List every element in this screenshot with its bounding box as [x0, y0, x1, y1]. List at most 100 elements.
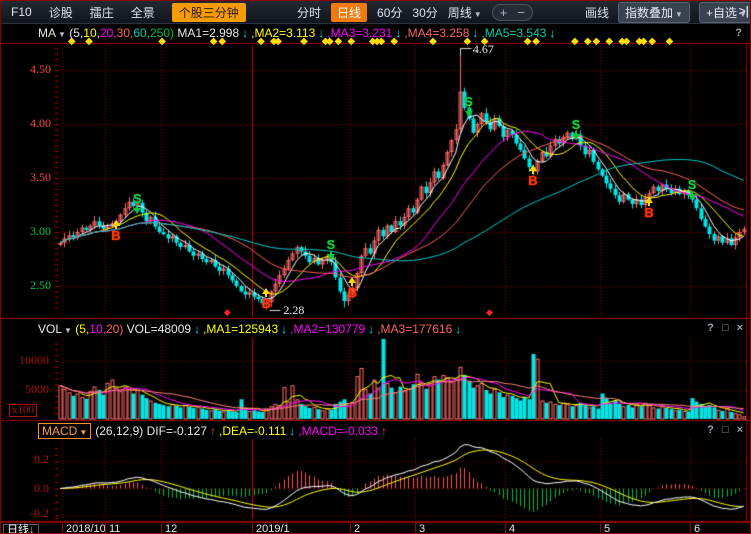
index-overlay-dropdown[interactable]: 指数叠加▼: [618, 2, 690, 23]
month-label: 3: [419, 524, 425, 534]
vol-ma3-value: ,MA3=177616: [377, 322, 452, 336]
period-weekly-dropdown[interactable]: 周线▼: [448, 4, 482, 21]
buy-signal-marker: B: [258, 288, 274, 310]
sell-signal-marker: S: [684, 178, 700, 200]
chevron-down-icon: ▼: [474, 10, 482, 19]
macd-indicator-bar: MACD▼ (26,12,9) DIF=-0.127↑ ,DEA=-0.111↓…: [1, 423, 746, 438]
month-tick: [62, 523, 63, 534]
chevron-down-icon: ▼: [64, 326, 72, 335]
month-tick: [252, 523, 253, 534]
arrow-down-icon: [327, 254, 335, 260]
ma5-value: ,MA5=3.543: [481, 26, 546, 40]
month-label: 5: [604, 524, 610, 534]
menu-panorama[interactable]: 全景: [131, 4, 155, 21]
month-label: 4: [509, 524, 515, 534]
period-indicator-box[interactable]: 日线↓: [3, 524, 39, 534]
help-icon[interactable]: ?: [707, 424, 714, 436]
ma-params: (5,: [69, 26, 83, 40]
toolbar-right-group: 画线 指数叠加▼ +自选▼: [585, 1, 751, 23]
vol-dropdown[interactable]: VOL▼: [38, 322, 72, 336]
month-tick: [415, 523, 416, 534]
ma3-value: ,MA3=3.231: [327, 26, 392, 40]
macd-pane-icons: ? □ ×: [707, 424, 743, 436]
chevron-down-icon: ▼: [79, 428, 87, 437]
volume-indicator-bar: VOL▼ (5,10,20) VOL=48009↓ ,MA1=125943↓ ,…: [1, 321, 746, 336]
ma2-value: ,MA2=3.113: [251, 26, 315, 40]
draw-line-button[interactable]: 画线: [585, 4, 609, 21]
maximize-icon[interactable]: □: [722, 322, 729, 334]
month-tick: [161, 523, 162, 534]
buy-signal-marker: B: [525, 165, 541, 187]
trend-arrow: ↓: [318, 26, 324, 40]
stock-chart-window: F10 诊股 擂庄 全景 个股三分钟 分时 日线 60分 30分 周线▼ +− …: [0, 0, 751, 534]
vol-ma1-value: ,MA1=125943: [203, 322, 278, 336]
trend-arrow: ↓: [194, 322, 200, 336]
buy-signal-marker: B: [344, 277, 360, 299]
period-switch-group: 分时 日线 60分 30分 周线▼ +−: [297, 1, 533, 23]
time-axis: 日线↓ 2018/1011122019/123456: [1, 522, 751, 534]
trend-arrow: ↓: [281, 322, 287, 336]
month-label: 11: [109, 524, 120, 534]
ex-dividend-diamond-icon: ◆: [224, 308, 231, 317]
period-30min[interactable]: 30分: [412, 4, 437, 21]
ma4-value: ,MA4=3.258: [404, 26, 469, 40]
help-icon[interactable]: ?: [707, 322, 714, 334]
vol-value: VOL=48009: [127, 322, 191, 336]
price-annotation: 4.67: [473, 43, 494, 55]
arrow-down-icon: ↓: [29, 524, 35, 534]
macd-dropdown[interactable]: MACD▼: [38, 423, 91, 439]
trend-arrow: ↓: [455, 322, 461, 336]
macd-params: (26,12,9): [95, 424, 143, 438]
vol-ma2-value: ,MA2=130779: [290, 322, 365, 336]
month-tick: [600, 523, 601, 534]
zoom-out-button[interactable]: −: [517, 6, 525, 19]
period-daily[interactable]: 日线: [331, 3, 367, 22]
trend-arrow: ↑: [381, 424, 387, 438]
trend-arrow: ↓: [242, 26, 248, 40]
sell-signal-marker: S: [129, 192, 145, 214]
macd-axis-label: 0.2: [7, 452, 49, 467]
sell-signal-marker: S: [461, 95, 477, 117]
price-axis-label: 3.50: [7, 170, 51, 185]
volume-axis-label: 10000: [7, 353, 49, 368]
menu-diagnose-stock[interactable]: 诊股: [49, 4, 73, 21]
month-tick: [105, 523, 106, 534]
vol-pane-icons: ? □ ×: [707, 322, 743, 334]
menu-f10[interactable]: F10: [11, 5, 32, 19]
sell-signal-marker: S: [568, 118, 584, 140]
help-icon[interactable]: ?: [735, 27, 742, 39]
stock-3min-button[interactable]: 个股三分钟: [172, 3, 246, 22]
arrow-down-icon: [465, 111, 473, 117]
sell-signal-marker: S: [323, 238, 339, 260]
buy-signal-marker: B: [108, 220, 124, 242]
month-label: 12: [165, 524, 177, 534]
period-intraday[interactable]: 分时: [297, 4, 321, 21]
volume-axis-label: 5000: [7, 382, 49, 397]
trend-arrow: ↓: [472, 26, 478, 40]
price-axis-label: 3.00: [7, 224, 51, 239]
buy-signal-marker: B: [641, 197, 657, 219]
price-axis-label: 4.50: [7, 62, 51, 77]
arrow-down-icon: [572, 134, 580, 140]
zoom-in-button[interactable]: +: [500, 6, 508, 19]
arrow-down-icon: [133, 208, 141, 214]
ma-dropdown[interactable]: MA▼: [38, 26, 66, 40]
collapse-panel-icon[interactable]: >|: [739, 4, 749, 18]
macd-value: ,MACD=-0.033: [298, 424, 378, 438]
month-label: 2018/10: [66, 524, 106, 534]
period-60min[interactable]: 60分: [377, 4, 402, 21]
arrow-down-icon: [688, 194, 696, 200]
kline-chart-canvas[interactable]: [1, 1, 751, 534]
price-axis-label: 2.50: [7, 278, 51, 293]
toolbar-left-group: F10 诊股 擂庄 全景 个股三分钟: [11, 1, 246, 23]
ex-dividend-diamond-icon: ◆: [486, 308, 493, 317]
ma1-value: MA1=2.998: [177, 26, 239, 40]
top-toolbar: F10 诊股 擂庄 全景 个股三分钟 分时 日线 60分 30分 周线▼ +− …: [1, 1, 751, 24]
menu-banker-detect[interactable]: 擂庄: [90, 4, 114, 21]
zoom-controls: +−: [492, 4, 533, 21]
close-icon[interactable]: ×: [737, 322, 743, 334]
maximize-icon[interactable]: □: [722, 424, 729, 436]
month-label: 2019/1: [256, 524, 290, 534]
chevron-down-icon: ▼: [675, 10, 683, 19]
close-icon[interactable]: ×: [737, 424, 743, 436]
